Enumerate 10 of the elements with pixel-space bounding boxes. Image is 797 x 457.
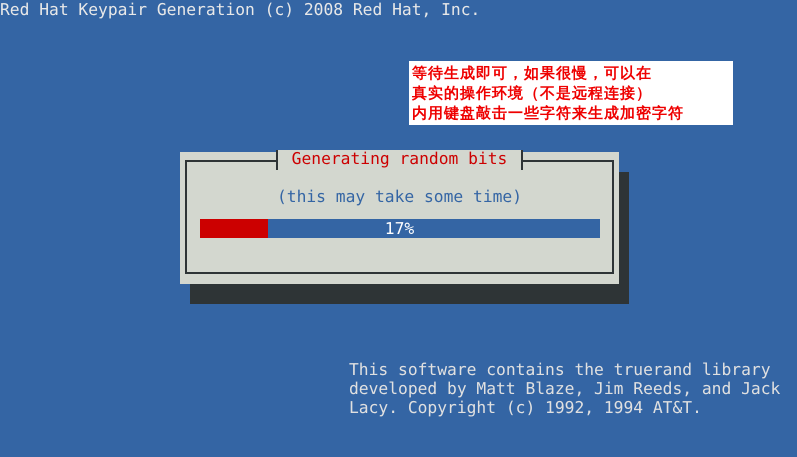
annotation-text: 等待生成即可，如果很慢，可以在: [412, 63, 653, 83]
annotation-text: 内用键盘敲击一些字符来生成加密字符: [412, 103, 685, 123]
annotation-text: 真实的操作环境（不是远程连接）: [412, 83, 653, 103]
screen-title: Red Hat Keypair Generation (c) 2008 Red Hat, Inc.: [0, 0, 480, 19]
dialog-title: Generating random bits: [276, 150, 524, 170]
dialog-message: (this may take some time): [276, 187, 522, 207]
progress-percent: 17%: [384, 219, 414, 238]
credits-text: Lacy. Copyright (c) 1992, 1994 AT&T.: [349, 398, 703, 417]
credits-text: This software contains the truerand library: [349, 360, 772, 379]
credits-text: developed by Matt Blaze, Jim Reeds, and Jack: [349, 379, 782, 398]
